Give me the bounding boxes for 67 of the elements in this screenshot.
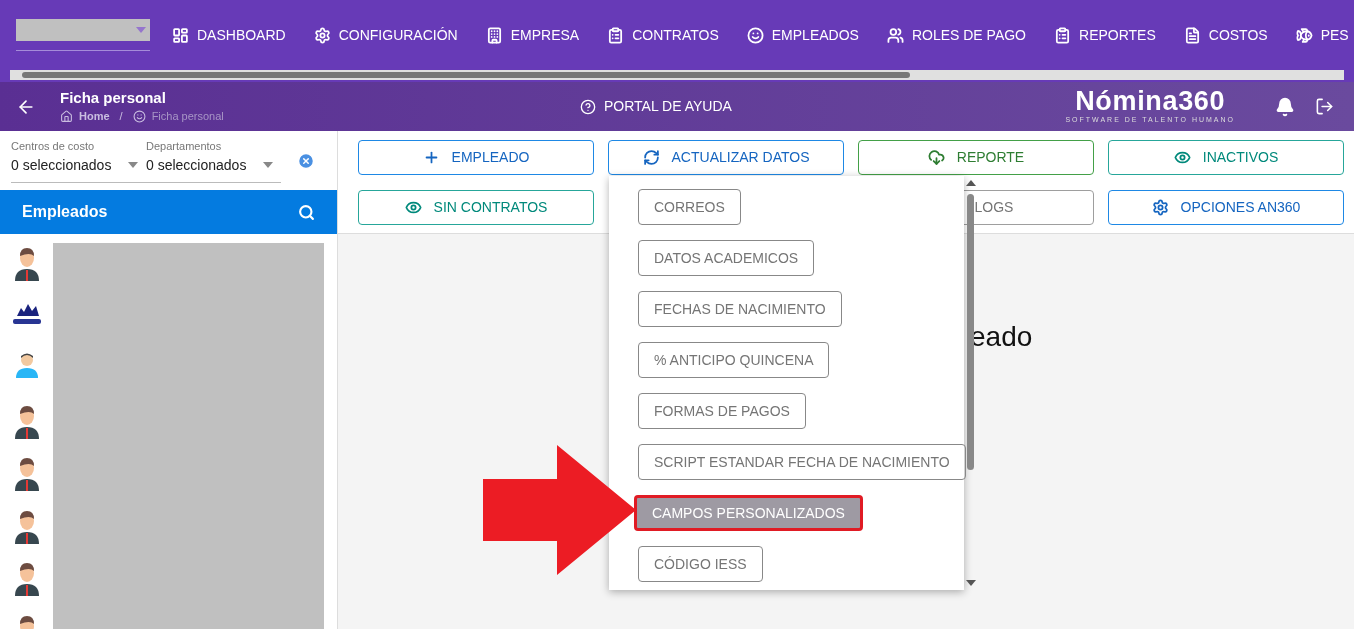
building-icon <box>485 26 503 44</box>
clipboard-icon <box>1054 26 1071 44</box>
people-icon <box>886 26 904 44</box>
search-icon[interactable] <box>298 203 315 221</box>
caret-icon <box>136 27 146 33</box>
fish-icon <box>1295 26 1313 44</box>
face-icon <box>132 110 146 123</box>
dropdown-item[interactable]: SCRIPT ESTANDAR FECHA DE NACIMIENTO <box>638 444 966 480</box>
notification-bell-icon[interactable] <box>1275 96 1295 117</box>
action-button[interactable]: EMPLEADO <box>358 140 594 175</box>
pointer-arrow-icon <box>483 445 637 576</box>
caret-icon <box>128 162 138 169</box>
scroll-down-icon[interactable] <box>965 580 976 586</box>
dropdown-item[interactable]: FORMAS DE PAGOS <box>638 393 806 429</box>
action-button[interactable]: INACTIVOS <box>1108 140 1344 175</box>
eye-icon <box>1173 149 1191 166</box>
help-icon <box>580 98 596 115</box>
scrollbar-thumb[interactable] <box>967 194 975 470</box>
nav-link[interactable]: EMPLEADOS <box>732 17 873 53</box>
settings-icon <box>1151 199 1169 216</box>
filter-select[interactable]: Centros de costo 0 seleccionados <box>11 138 146 176</box>
home-icon <box>60 110 73 123</box>
clear-filter-icon[interactable] <box>297 151 315 170</box>
cloud-download-icon <box>927 149 945 166</box>
breadcrumb-separator: / <box>119 109 123 125</box>
caret-icon <box>263 162 273 169</box>
refresh-icon <box>642 149 660 166</box>
nav-link[interactable]: REPORTES <box>1040 17 1170 53</box>
action-button[interactable]: REPORTE <box>858 140 1094 175</box>
action-button[interactable]: ACTUALIZAR DATOS <box>608 140 844 175</box>
scroll-up-icon[interactable] <box>965 180 976 186</box>
nav-link[interactable]: ROLES DE PAGO <box>872 17 1040 53</box>
filter-select[interactable]: Departamentos 0 seleccionados <box>146 138 281 176</box>
settings-icon <box>313 26 331 44</box>
logout-icon[interactable] <box>1315 97 1334 116</box>
nav-link[interactable]: CONTRATOS <box>593 17 733 53</box>
person-icon <box>13 562 40 596</box>
document-icon <box>1183 26 1201 44</box>
nav-link[interactable]: CONFIGURACIÓN <box>299 17 472 53</box>
person-icon <box>13 247 40 281</box>
nav-link[interactable]: PES <box>1281 17 1354 53</box>
breadcrumb-link[interactable]: Home <box>79 108 110 125</box>
clipboard-icon <box>607 26 625 44</box>
employees-title: Empleados <box>22 202 108 222</box>
action-button[interactable]: SIN CONTRATOS <box>358 190 594 225</box>
nav-link[interactable]: COSTOS <box>1169 17 1282 53</box>
breadcrumb-current: Ficha personal <box>151 109 224 125</box>
brand-logo: Nómina360 <box>1075 87 1226 116</box>
action-button[interactable]: OPCIONES AN360 <box>1108 190 1344 225</box>
company-select[interactable] <box>16 19 150 51</box>
eye-icon <box>404 199 422 216</box>
person-icon <box>13 404 40 439</box>
face-icon <box>746 26 764 44</box>
dropdown-item[interactable]: CÓDIGO IESS <box>638 546 763 582</box>
nav-link[interactable]: DASHBOARD <box>158 17 300 53</box>
horizontal-scrollbar[interactable] <box>10 70 1344 80</box>
dropdown-item[interactable]: CORREOS <box>638 189 741 225</box>
person-icon <box>13 509 40 544</box>
dashboard-icon <box>172 26 189 44</box>
dropdown-item[interactable]: % ANTICIPO QUINCENA <box>638 342 830 378</box>
person-icon <box>13 457 40 491</box>
help-portal-link[interactable]: PORTAL DE AYUDA <box>580 96 732 117</box>
nav-link[interactable]: EMPRESA <box>471 17 594 53</box>
dropdown-item[interactable]: FECHAS DE NACIMIENTO <box>638 291 842 327</box>
page-title: Ficha personal <box>60 88 167 109</box>
person-icon <box>13 352 40 378</box>
dropdown-item[interactable]: DATOS ACADEMICOS <box>638 240 815 276</box>
